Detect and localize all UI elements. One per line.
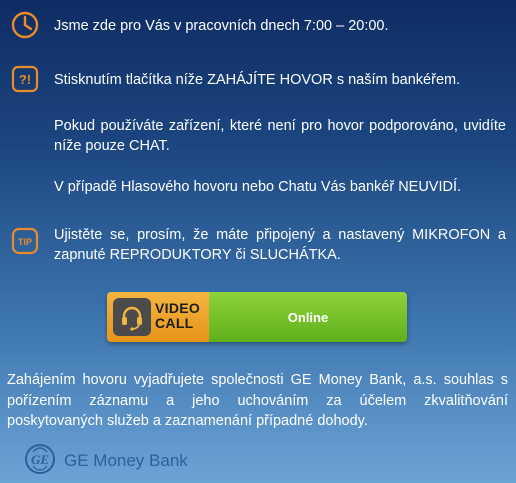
footer: GE GE Money Bank: [24, 443, 188, 480]
ge-logo-icon: GE: [24, 443, 56, 480]
video-call-badge[interactable]: VIDEO CALL: [107, 292, 209, 342]
start-call-text: Stisknutím tlačítka níže ZAHÁJÍTE HOVOR …: [54, 72, 461, 88]
online-status-button[interactable]: Online: [209, 292, 407, 342]
consent-text: Zahájením hovoru vyjadřujete společnosti…: [7, 372, 508, 429]
unsupported-device-text: Pokud používáte zařízení, které není pro…: [54, 118, 506, 154]
tip-text: Ujistěte se, prosím, že máte připojený a…: [54, 227, 506, 263]
video-call-label: VIDEO CALL: [155, 301, 200, 331]
headset-icon: [113, 298, 151, 336]
video-call-button[interactable]: VIDEO CALL Online: [107, 292, 407, 342]
video-call-label-line1: VIDEO: [155, 300, 201, 316]
alert-icon: ?!: [10, 64, 40, 94]
hours-text: Jsme zde pro Vás v pracovních dnech 7:00…: [54, 18, 389, 34]
brand-name: GE Money Bank: [64, 451, 188, 470]
tip-icon: TIP: [10, 226, 40, 256]
svg-text:TIP: TIP: [18, 237, 32, 247]
svg-text:?!: ?!: [19, 72, 31, 87]
clock-icon: [10, 10, 40, 40]
not-visible-text: V případě Hlasového hovoru nebo Chatu Vá…: [54, 179, 462, 195]
svg-text:GE: GE: [31, 452, 49, 467]
video-call-label-line2: CALL: [155, 315, 194, 331]
